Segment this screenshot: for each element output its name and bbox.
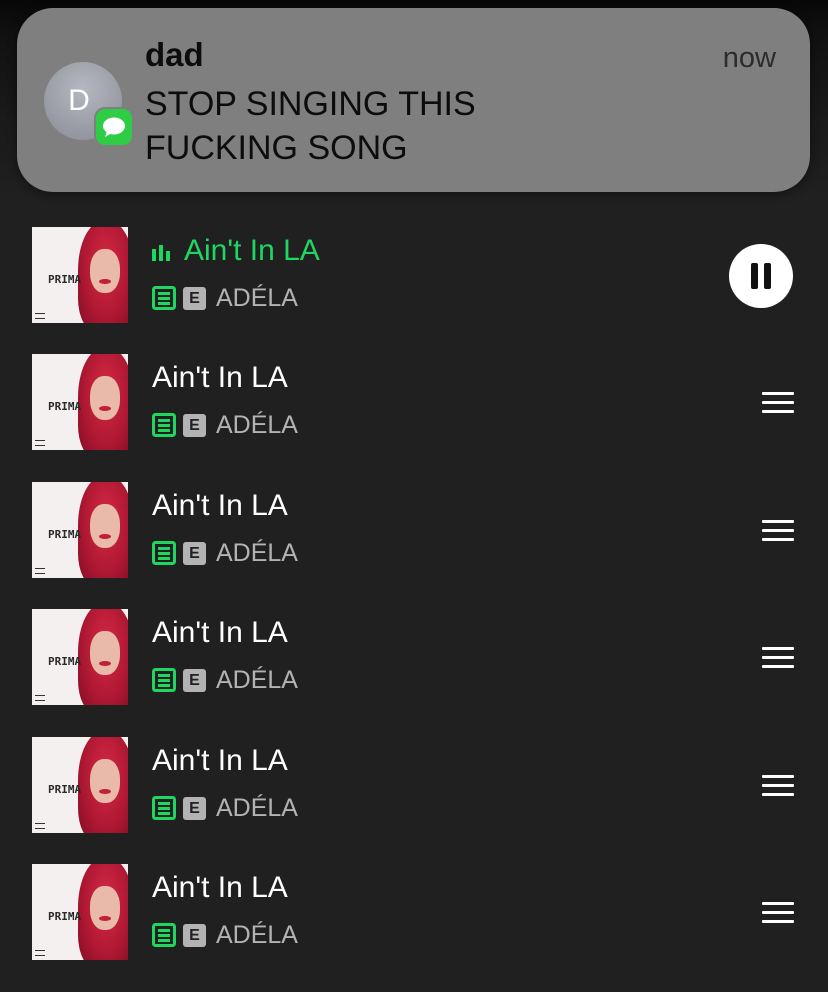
explicit-badge: E [183, 924, 206, 947]
track-title: Ain't In LA [152, 744, 288, 777]
album-cover-text: PRIMA [48, 655, 82, 668]
explicit-badge: E [183, 669, 206, 692]
drag-handle-icon[interactable] [762, 647, 794, 669]
album-cover: PRIMA [32, 354, 128, 450]
downloaded-icon [152, 796, 176, 820]
message-notification[interactable]: D dad now STOP SINGING THIS FUCKING SONG [17, 8, 810, 192]
album-cover: PRIMA [32, 482, 128, 578]
queue-row[interactable]: PRIMA Ain't In LA E ADÉLA [0, 482, 828, 610]
album-cover: PRIMA [32, 609, 128, 705]
explicit-badge: E [183, 414, 206, 437]
notification-sender: dad [145, 36, 204, 73]
track-title: Ain't In LA [152, 616, 288, 649]
notification-message: STOP SINGING THIS FUCKING SONG [145, 85, 476, 167]
track-title: Ain't In LA [152, 489, 288, 522]
track-artist: ADÉLA [216, 666, 298, 694]
queue-row-now-playing[interactable]: PRIMA Ain't In LA E ADÉLA [0, 227, 828, 355]
album-cover: PRIMA [32, 227, 128, 323]
explicit-badge: E [183, 797, 206, 820]
track-artist: ADÉLA [216, 539, 298, 567]
album-cover-text: PRIMA [48, 400, 82, 413]
track-artist: ADÉLA [216, 921, 298, 949]
album-cover-text: PRIMA [48, 273, 82, 286]
drag-handle-icon[interactable] [762, 775, 794, 797]
track-title: Ain't In LA [152, 361, 288, 394]
explicit-badge: E [183, 287, 206, 310]
queue-row[interactable]: PRIMA Ain't In LA E ADÉLA [0, 737, 828, 865]
downloaded-icon [152, 668, 176, 692]
drag-handle-icon[interactable] [762, 520, 794, 542]
equalizer-icon [152, 245, 170, 261]
album-cover-text: PRIMA [48, 528, 82, 541]
explicit-badge: E [183, 542, 206, 565]
track-artist: ADÉLA [216, 284, 298, 312]
drag-handle-icon[interactable] [762, 392, 794, 414]
downloaded-icon [152, 923, 176, 947]
downloaded-icon [152, 541, 176, 565]
queue-row[interactable]: PRIMA Ain't In LA E ADÉLA [0, 609, 828, 737]
track-title: Ain't In LA [184, 234, 320, 267]
pause-button[interactable] [729, 244, 793, 308]
track-artist: ADÉLA [216, 794, 298, 822]
downloaded-icon [152, 286, 176, 310]
track-title: Ain't In LA [152, 871, 288, 904]
queue-row[interactable]: PRIMA Ain't In LA E ADÉLA [0, 354, 828, 482]
queue-row[interactable]: PRIMA Ain't In LA E ADÉLA [0, 864, 828, 992]
album-cover: PRIMA [32, 864, 128, 960]
album-cover-text: PRIMA [48, 910, 82, 923]
notification-time: now [722, 42, 776, 74]
track-artist: ADÉLA [216, 411, 298, 439]
album-cover: PRIMA [32, 737, 128, 833]
drag-handle-icon[interactable] [762, 902, 794, 924]
messages-icon [96, 109, 132, 145]
downloaded-icon [152, 413, 176, 437]
album-cover-text: PRIMA [48, 783, 82, 796]
